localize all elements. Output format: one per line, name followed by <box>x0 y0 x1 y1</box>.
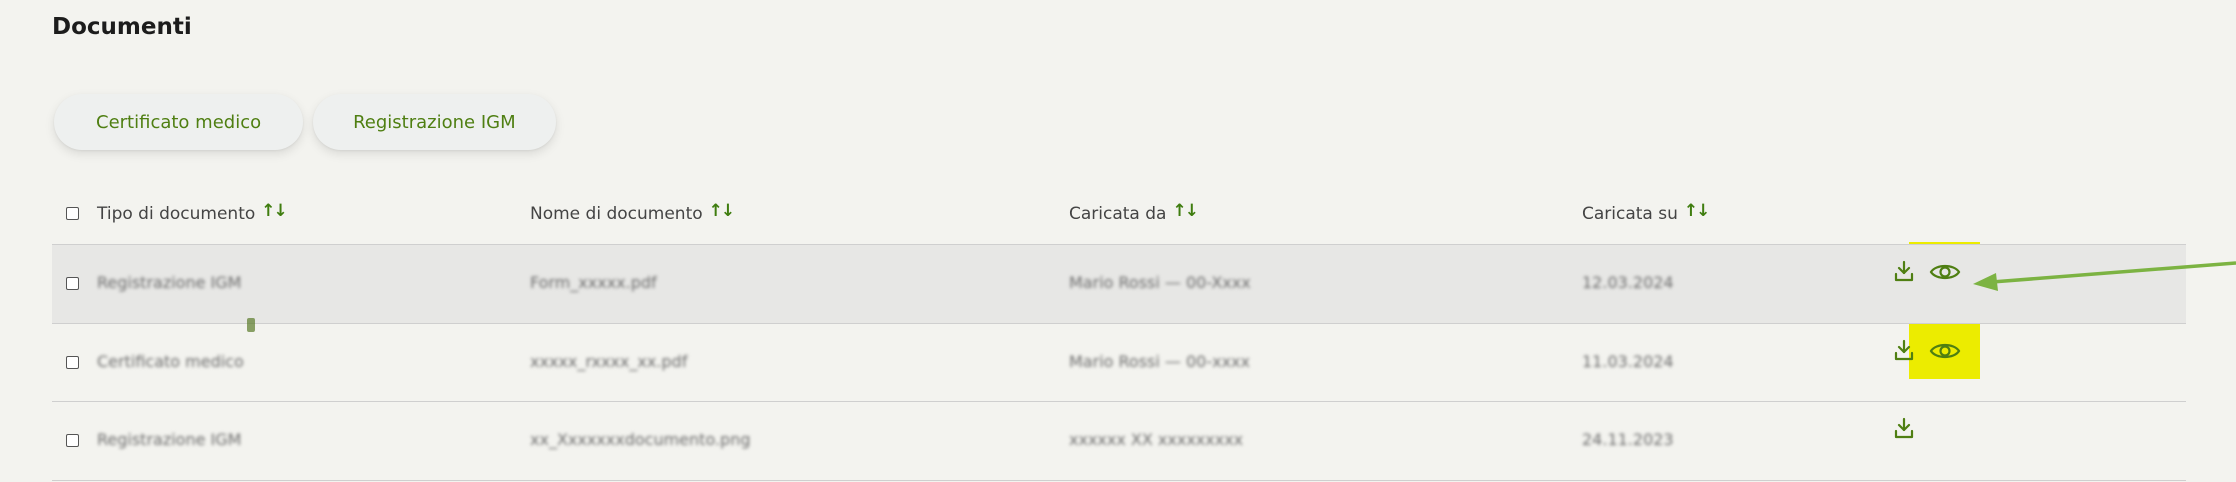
eye-icon[interactable] <box>1929 340 1961 362</box>
cell-tipo: Registrazione IGM <box>97 430 242 449</box>
select-all-checkbox[interactable] <box>66 207 79 220</box>
sort-arrows-icon[interactable]: ↑↓ <box>261 201 287 221</box>
table-header: Tipo di documento ↑↓ Nome di documento ↑… <box>0 201 2236 244</box>
table-row: Registrazione IGM Form_xxxxx.pdf Mario R… <box>52 244 2186 323</box>
download-icon[interactable] <box>1893 259 1915 283</box>
cell-nome: xx_Xxxxxxxdocumento.png <box>530 430 751 449</box>
sort-arrows-icon[interactable]: ↑↓ <box>1684 201 1710 221</box>
cell-caricata-da: Mario Rossi — 00-Xxxx <box>1069 273 1251 292</box>
cell-tipo: Registrazione IGM <box>97 273 242 292</box>
header-caricata-su[interactable]: Caricata su ↑↓ <box>1582 201 1710 224</box>
download-icon[interactable] <box>1893 338 1915 362</box>
tab-certificato-medico[interactable]: Certificato medico <box>54 94 304 150</box>
header-tipo-di-documento[interactable]: Tipo di documento ↑↓ <box>97 201 288 224</box>
header-caricata-da[interactable]: Caricata da ↑↓ <box>1069 201 1199 224</box>
table-row: Certificato medico xxxxx_rxxxx_xx.pdf Ma… <box>52 323 2186 402</box>
cell-caricata-da: Mario Rossi — 00-xxxx <box>1069 352 1250 371</box>
sort-arrows-icon[interactable]: ↑↓ <box>1172 201 1198 221</box>
eye-icon[interactable] <box>1929 261 1961 283</box>
row-checkbox[interactable] <box>66 434 79 447</box>
cell-caricata-su: 11.03.2024 <box>1582 352 1674 371</box>
table-row: Registrazione IGM xx_Xxxxxxxdocumento.pn… <box>52 401 2186 481</box>
cell-nome: Form_xxxxx.pdf <box>530 273 657 292</box>
row-checkbox[interactable] <box>66 356 79 369</box>
document-filter-tabs: Certificato medico Registrazione IGM <box>54 94 556 150</box>
sort-arrows-icon[interactable]: ↑↓ <box>709 201 735 221</box>
download-icon[interactable] <box>1893 416 1915 440</box>
cell-nome: xxxxx_rxxxx_xx.pdf <box>530 352 688 371</box>
row-checkbox[interactable] <box>66 277 79 290</box>
cell-caricata-da: xxxxxx XX xxxxxxxxx <box>1069 430 1244 449</box>
blurred-cursor-mark <box>247 318 255 332</box>
cell-caricata-su: 24.11.2023 <box>1582 430 1674 449</box>
cell-caricata-su: 12.03.2024 <box>1582 273 1674 292</box>
page-title: Documenti <box>52 14 192 40</box>
annotation-arrow-icon <box>1973 261 2236 291</box>
cell-tipo: Certificato medico <box>97 352 244 371</box>
header-nome-di-documento[interactable]: Nome di documento ↑↓ <box>530 201 735 224</box>
tab-registrazione-igm[interactable]: Registrazione IGM <box>313 94 556 150</box>
